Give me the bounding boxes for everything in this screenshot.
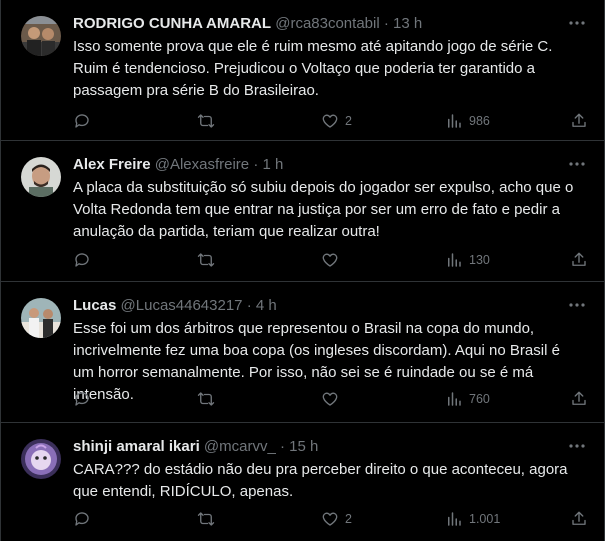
views-button[interactable]: 1.001 [445,508,500,530]
views-bar-chart-icon [448,253,461,267]
tweet-header: Alex Freire @Alexasfreire · 1 h [73,155,588,175]
reply-icon [75,114,89,128]
action-bar: 760 [73,388,588,410]
views-button[interactable]: 760 [445,388,490,410]
more-horizontal-icon[interactable] [566,153,588,175]
action-bar: 130 [73,249,588,271]
view-count: 130 [469,253,490,267]
retweet-button[interactable] [197,388,221,410]
view-count: 986 [469,114,490,128]
more-horizontal-icon[interactable] [566,294,588,316]
timestamp[interactable]: 4 h [256,297,277,314]
tweet[interactable]: Alex Freire @Alexasfreire · 1 h A placa … [1,141,604,282]
separator: · [279,438,285,455]
views-bar-chart-icon [448,512,461,526]
tweet[interactable]: RODRIGO CUNHA AMARAL @rca83contabil · 13… [1,0,604,141]
author-name[interactable]: Lucas [73,297,116,314]
tweet[interactable]: shinji amaral ikari @mcarvv_ · 15 h CARA… [1,423,604,541]
separator: · [246,297,252,314]
tweet[interactable]: Lucas @Lucas44643217 · 4 h Esse foi um d… [1,282,604,423]
timestamp[interactable]: 13 h [393,15,422,32]
reply-icon [75,253,89,267]
author-name[interactable]: Alex Freire [73,156,151,173]
view-count: 760 [469,392,490,406]
like-button[interactable]: 2 [321,110,352,132]
action-bar: 2 986 [73,110,588,132]
action-bar: 2 1.001 [73,508,588,530]
reply-icon [75,512,89,526]
author-handle[interactable]: @rca83contabil [275,15,379,32]
separator: · [383,15,389,32]
reply-button[interactable] [73,249,97,271]
reply-thread: RODRIGO CUNHA AMARAL @rca83contabil · 13… [0,0,605,541]
views-bar-chart-icon [448,392,461,406]
share-icon [572,113,586,127]
like-button[interactable] [321,249,345,271]
retweet-icon [197,114,215,128]
retweet-icon [197,253,215,267]
retweet-button[interactable] [197,508,221,530]
author-handle[interactable]: @Alexasfreire [155,156,249,173]
like-button[interactable]: 2 [321,508,352,530]
heart-icon [322,253,338,267]
reply-button[interactable] [73,508,97,530]
heart-icon [322,512,338,526]
share-button[interactable] [570,249,588,271]
avatar[interactable] [21,298,61,338]
heart-icon [322,114,338,128]
more-horizontal-icon[interactable] [566,12,588,34]
timestamp[interactable]: 15 h [289,438,318,455]
share-button[interactable] [570,110,588,132]
views-bar-chart-icon [448,114,461,128]
author-name[interactable]: shinji amaral ikari [73,438,200,455]
author-handle[interactable]: @Lucas44643217 [121,297,243,314]
like-count: 2 [345,512,352,526]
tweet-header: Lucas @Lucas44643217 · 4 h [73,296,588,316]
retweet-button[interactable] [197,110,221,132]
tweet-header: RODRIGO CUNHA AMARAL @rca83contabil · 13… [73,14,588,34]
tweet-text: Isso somente prova que ele é ruim mesmo … [73,38,553,99]
share-icon [572,511,586,525]
share-button[interactable] [570,388,588,410]
view-count: 1.001 [469,512,501,526]
avatar[interactable] [21,439,61,479]
reply-button[interactable] [73,388,97,410]
timestamp[interactable]: 1 h [263,156,284,173]
share-button[interactable] [570,508,588,530]
retweet-icon [197,512,215,526]
author-name[interactable]: RODRIGO CUNHA AMARAL [73,15,271,32]
tweet-text: CARA??? do estádio não deu pra perceber … [73,461,568,500]
tweet-text: A placa da substituição só subiu depois … [73,179,574,240]
share-icon [572,391,586,405]
reply-button[interactable] [73,110,97,132]
tweet-header: shinji amaral ikari @mcarvv_ · 15 h [73,437,588,457]
separator: · [253,156,259,173]
heart-icon [322,392,338,406]
retweet-button[interactable] [197,249,221,271]
avatar[interactable] [21,16,61,56]
author-handle[interactable]: @mcarvv_ [204,438,276,455]
views-button[interactable]: 130 [445,249,490,271]
reply-icon [75,392,89,406]
share-icon [572,252,586,266]
retweet-icon [197,392,215,406]
avatar[interactable] [21,157,61,197]
views-button[interactable]: 986 [445,110,490,132]
like-button[interactable] [321,388,345,410]
like-count: 2 [345,114,352,128]
more-horizontal-icon[interactable] [566,435,588,457]
